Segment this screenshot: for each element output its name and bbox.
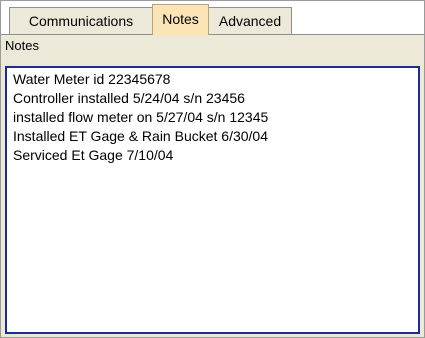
tab-divider bbox=[1, 34, 424, 35]
notes-label: Notes bbox=[5, 38, 39, 53]
note-line: Installed ET Gage & Rain Bucket 6/30/04 bbox=[13, 128, 269, 144]
note-line: Water Meter id 22345678 bbox=[13, 71, 171, 87]
note-line: Controller installed 5/24/04 s/n 23456 bbox=[13, 90, 245, 106]
tab-communications[interactable]: Communications bbox=[9, 7, 153, 34]
tab-strip: Communications Notes Advanced bbox=[1, 1, 424, 35]
note-line: installed flow meter on 5/27/04 s/n 1234… bbox=[13, 109, 269, 125]
tab-advanced[interactable]: Advanced bbox=[208, 7, 292, 34]
note-line: Serviced Et Gage 7/10/04 bbox=[13, 147, 174, 163]
tab-notes[interactable]: Notes bbox=[152, 4, 209, 35]
notes-textarea[interactable]: Water Meter id 22345678 Controller insta… bbox=[5, 66, 420, 334]
notes-panel: Notes Water Meter id 22345678 Controller… bbox=[1, 35, 424, 337]
notes-dialog: Communications Notes Advanced Notes Wate… bbox=[0, 0, 425, 338]
